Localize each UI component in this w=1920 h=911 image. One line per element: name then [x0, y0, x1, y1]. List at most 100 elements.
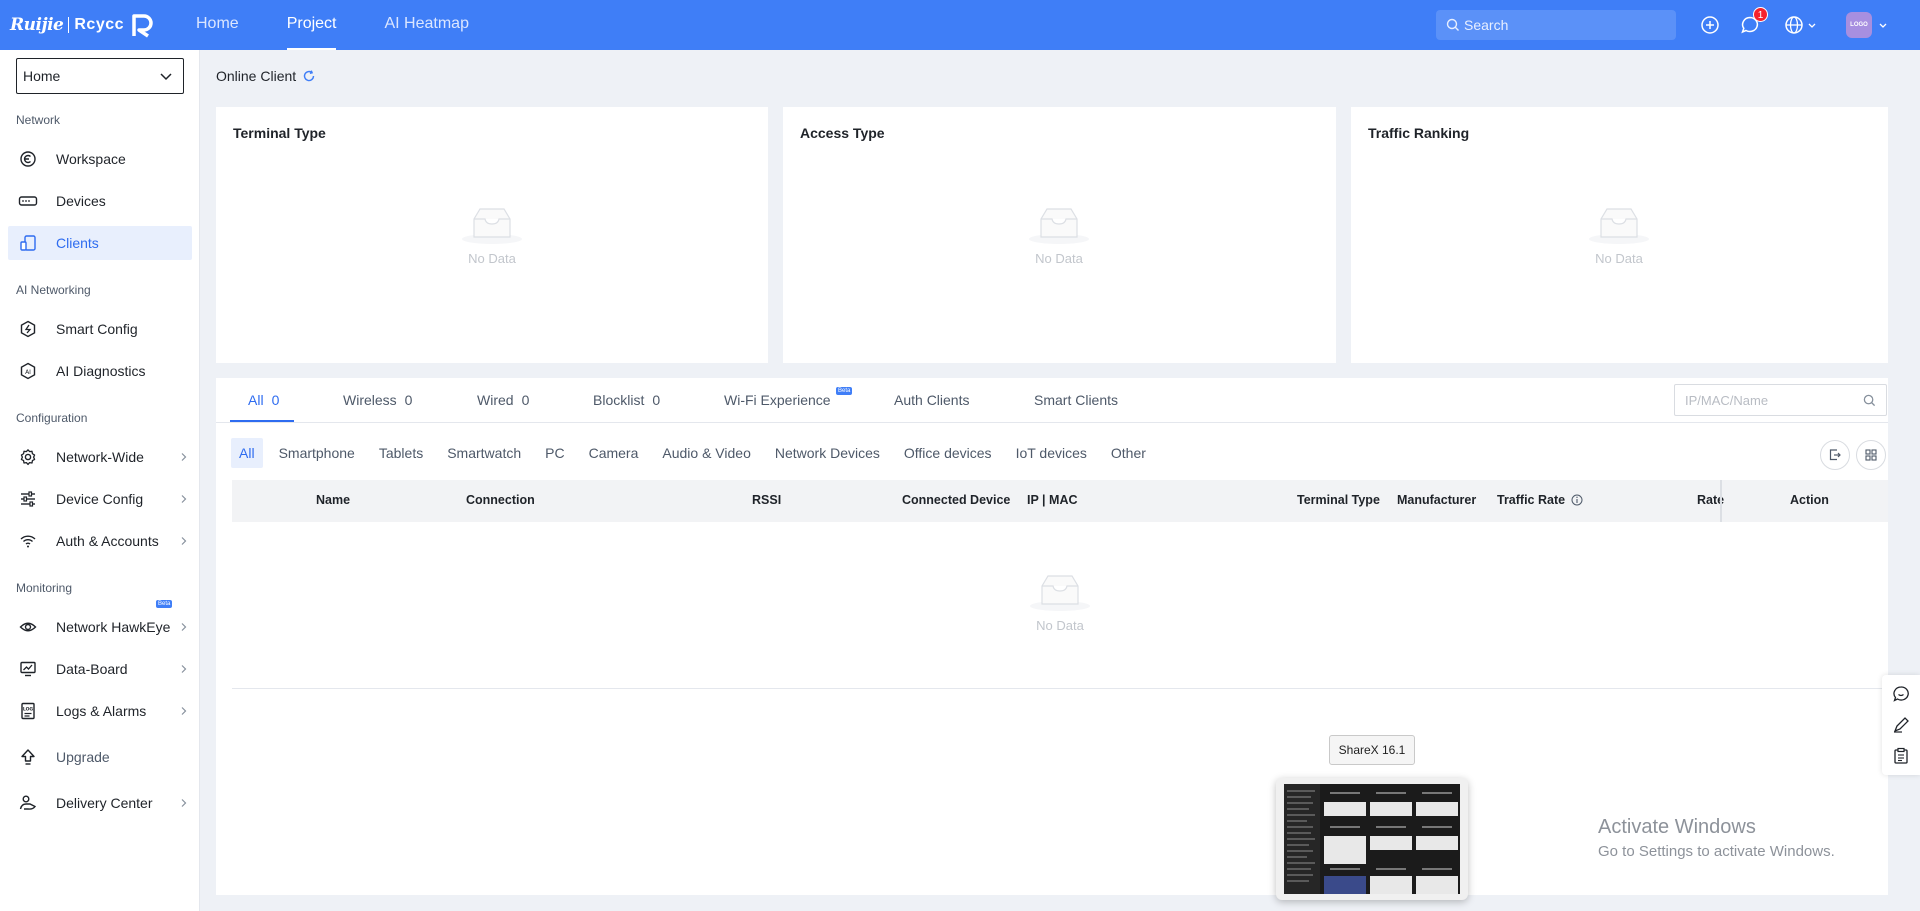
column-header-ip-mac[interactable]: IP | MAC — [1027, 493, 1078, 507]
tab-wifi-experience[interactable]: Wi-Fi Experience Beta — [724, 387, 853, 408]
sidebar-item-devices[interactable]: Devices — [8, 184, 192, 218]
search-placeholder: Search — [1464, 17, 1509, 33]
nav-project[interactable]: Project — [263, 0, 361, 50]
filter-office-devices[interactable]: Office devices — [896, 438, 1000, 468]
logo-brand: Ruijie — [10, 15, 64, 35]
export-button[interactable] — [1820, 440, 1850, 470]
add-icon[interactable] — [1698, 13, 1722, 37]
filter-tablets[interactable]: Tablets — [371, 438, 431, 468]
sidebar-item-label: Upgrade — [56, 749, 110, 765]
user-menu[interactable]: LOGO — [1846, 12, 1888, 38]
empty-state: No Data — [1587, 203, 1651, 266]
sidebar-item-network-wide[interactable]: Network-Wide — [8, 440, 192, 474]
no-data-text: No Data — [1595, 251, 1643, 266]
language-selector[interactable] — [1782, 13, 1818, 37]
column-header-rssi[interactable]: RSSI — [752, 493, 781, 507]
sidebar-item-label: Workspace — [56, 151, 126, 167]
nav-ai-heatmap[interactable]: AI Heatmap — [360, 0, 492, 50]
search-icon — [1863, 394, 1876, 406]
tab-all[interactable]: All 0 — [248, 392, 279, 408]
client-search-input[interactable]: IP/MAC/Name — [1674, 384, 1887, 416]
project-select-value: Home — [23, 68, 61, 84]
window-thumbnail-preview[interactable] — [1276, 778, 1468, 900]
tab-blocklist[interactable]: Blocklist 0 — [593, 392, 660, 408]
taskbar-tooltip: ShareX 16.1 — [1329, 735, 1415, 765]
table-bottom-border — [232, 688, 1888, 689]
smart-config-icon — [16, 320, 40, 338]
refresh-icon[interactable] — [302, 69, 316, 83]
group-title-ai-networking: AI Networking — [16, 283, 91, 297]
no-data-text: No Data — [1035, 251, 1083, 266]
no-data-text: No Data — [468, 251, 516, 266]
columns-icon — [1865, 449, 1877, 461]
sidebar-item-network-hawkeye[interactable]: Network HawkEye Beta — [8, 600, 192, 644]
edit-feedback-icon[interactable] — [1892, 716, 1910, 734]
beta-badge: Beta — [836, 387, 853, 395]
terminal-type-filters: All Smartphone Tablets Smartwatch PC Cam… — [231, 438, 1162, 468]
upgrade-icon — [16, 748, 40, 766]
sliders-icon — [16, 490, 40, 508]
sidebar-item-upgrade[interactable]: Upgrade — [8, 740, 192, 774]
sidebar-item-ai-diagnostics[interactable]: AI AI Diagnostics — [8, 354, 192, 388]
svg-text:LOG: LOG — [23, 707, 34, 713]
tab-count: 0 — [652, 392, 661, 408]
message-icon[interactable]: 1 — [1738, 7, 1768, 37]
sidebar-item-device-config[interactable]: Device Config — [8, 482, 192, 516]
filter-all[interactable]: All — [231, 438, 263, 468]
group-title-configuration: Configuration — [16, 411, 88, 425]
tab-wired[interactable]: Wired 0 — [477, 392, 529, 408]
chevron-right-icon — [181, 495, 187, 503]
chevron-right-icon — [181, 453, 187, 461]
sidebar-item-label: AI Diagnostics — [56, 363, 146, 379]
no-data-text: No Data — [1036, 618, 1084, 633]
filter-camera[interactable]: Camera — [581, 438, 647, 468]
top-nav: Home Project AI Heatmap — [172, 0, 493, 50]
logo-separator — [68, 17, 70, 33]
sidebar-item-auth-accounts[interactable]: Auth & Accounts — [8, 524, 192, 558]
clipboard-icon[interactable] — [1892, 747, 1910, 765]
sidebar-item-clients[interactable]: Clients — [8, 226, 192, 260]
filter-audio-video[interactable]: Audio & Video — [654, 438, 758, 468]
filter-network-devices[interactable]: Network Devices — [767, 438, 888, 468]
sidebar-item-smart-config[interactable]: Smart Config — [8, 312, 192, 346]
column-header-label: Traffic Rate — [1497, 493, 1566, 507]
column-header-terminal-type[interactable]: Terminal Type — [1297, 493, 1380, 507]
column-settings-button[interactable] — [1856, 440, 1886, 470]
filter-smartphone[interactable]: Smartphone — [271, 438, 363, 468]
chat-support-icon[interactable] — [1892, 685, 1910, 703]
tab-label: Wi-Fi Experience — [724, 392, 831, 408]
beta-badge: Beta — [156, 600, 173, 608]
sidebar-item-label: Auth & Accounts — [56, 533, 159, 549]
filter-pc[interactable]: PC — [537, 438, 572, 468]
chevron-down-icon — [1808, 23, 1815, 28]
column-header-name[interactable]: Name — [316, 493, 350, 507]
sidebar-item-data-board[interactable]: Data-Board — [8, 652, 192, 686]
table-header: Name Connection RSSI Connected Device IP… — [232, 480, 1888, 522]
card-title: Traffic Ranking — [1368, 125, 1470, 141]
delivery-icon — [16, 794, 40, 812]
column-header-manufacturer[interactable]: Manufacturer — [1397, 493, 1476, 507]
info-icon[interactable] — [1571, 494, 1583, 506]
tab-auth-clients[interactable]: Auth Clients — [894, 392, 969, 408]
sidebar-item-label: Delivery Center — [56, 795, 153, 811]
global-search-input[interactable]: Search — [1436, 10, 1676, 40]
sidebar-item-delivery-center[interactable]: Delivery Center — [8, 786, 192, 820]
filter-iot-devices[interactable]: IoT devices — [1008, 438, 1095, 468]
nav-home[interactable]: Home — [172, 0, 263, 50]
card-title: Terminal Type — [233, 125, 326, 141]
tab-smart-clients[interactable]: Smart Clients — [1034, 392, 1118, 408]
column-header-connection[interactable]: Connection — [466, 493, 535, 507]
filter-smartwatch[interactable]: Smartwatch — [439, 438, 529, 468]
sidebar-item-label: Devices — [56, 193, 106, 209]
filter-other[interactable]: Other — [1103, 438, 1154, 468]
empty-state: No Data — [460, 203, 524, 266]
column-header-connected-device[interactable]: Connected Device — [902, 493, 1010, 507]
sidebar-item-logs-alarms[interactable]: LOG Logs & Alarms — [8, 694, 192, 728]
sidebar-item-workspace[interactable]: Workspace — [8, 142, 192, 176]
tab-wireless[interactable]: Wireless 0 — [343, 392, 412, 408]
brand-logo[interactable]: Ruijie Rcycc — [10, 12, 156, 38]
project-select[interactable]: Home — [16, 58, 184, 94]
log-icon: LOG — [16, 702, 40, 720]
svg-text:AI: AI — [25, 369, 31, 376]
column-header-traffic-rate[interactable]: Traffic Rate — [1497, 493, 1583, 507]
